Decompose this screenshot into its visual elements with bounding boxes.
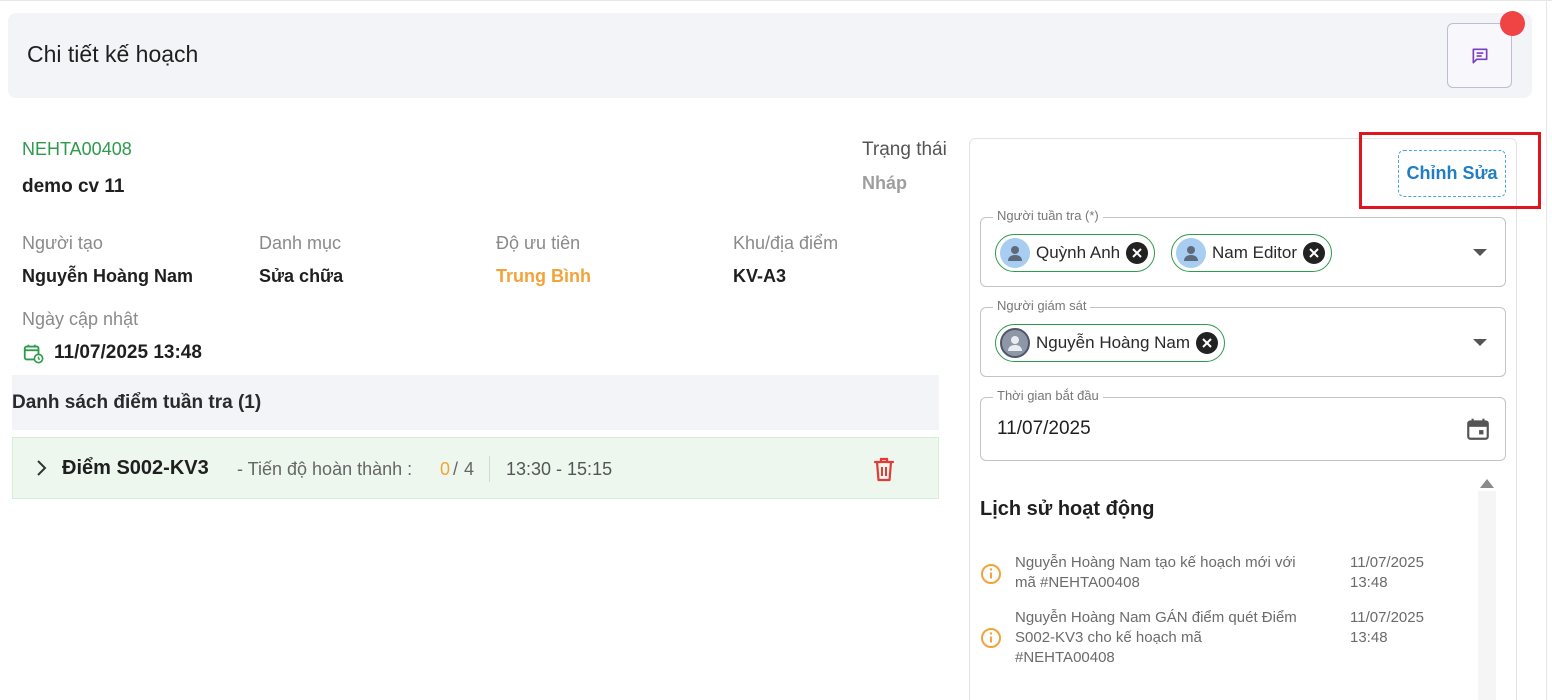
priority-label: Độ ưu tiên [496,233,581,253]
patroller-chip[interactable]: Quỳnh Anh [995,234,1156,272]
updated-value: 11/07/2025 13:48 [54,342,202,363]
info-icon [981,628,1001,648]
info-icon [981,564,1001,584]
remove-chip-icon[interactable] [1196,332,1219,354]
dropdown-caret-icon[interactable] [1473,339,1487,346]
user-avatar-icon [1176,238,1206,268]
patroller-chip[interactable]: Nam Editor [1171,234,1333,272]
category-value: Sửa chữa [259,266,344,286]
updated-row: 11/07/2025 13:48 [22,342,202,364]
remove-chip-icon[interactable] [1303,242,1326,264]
location-value: KV-A3 [733,266,787,286]
start-date-label: Thời gian bắt đầu [993,388,1103,403]
patrol-points-header: Danh sách điểm tuần tra (1) [12,375,939,430]
history-timestamp: 11/07/2025 13:48 [1350,609,1424,646]
patrol-points-title: Danh sách điểm tuần tra (1) [12,392,262,413]
calendar-icon[interactable] [1465,416,1491,442]
page-header: Chi tiết kế hoạch [8,13,1532,98]
updated-label: Ngày cập nhật [22,309,139,329]
history-text: Nguyễn Hoàng Nam tạo kế hoạch mới với mã… [1015,554,1296,591]
calendar-clock-icon [23,344,44,364]
chat-button[interactable] [1447,23,1512,88]
creator-label: Người tạo [22,233,103,253]
priority-value: Trung Bình [496,266,591,286]
chat-icon [1472,48,1487,64]
progress-total: 4 [464,459,475,479]
plan-code: NEHTA00408 [22,139,132,159]
patrollers-select[interactable]: Người tuần tra (*) Quỳnh Anh Nam Editor [980,208,1506,287]
history-item: Nguyễn Hoàng Nam GÁN điểm quét Điểm S002… [980,608,1450,672]
status-label: Trạng thái [862,139,947,160]
supervisor-name: Nguyễn Hoàng Nam [1036,333,1191,352]
progress-done: 0 [440,459,451,479]
patrol-point-name: Điểm S002-KV3 [62,457,209,479]
patrol-point-row[interactable]: Điểm S002-KV3 - Tiến độ hoàn thành : 0 /… [12,437,939,499]
progress-label: - Tiến độ hoàn thành : [237,459,413,479]
category-label: Danh mục [259,233,342,253]
start-date-field[interactable]: Thời gian bắt đầu 11/07/2025 [980,388,1506,461]
location-label: Khu/địa điểm [733,233,839,253]
supervisor-chip[interactable]: Nguyễn Hoàng Nam [995,324,1226,362]
patroller-name: Nam Editor [1212,243,1298,262]
plan-name: demo cv 11 [22,176,125,197]
dropdown-caret-icon[interactable] [1473,249,1487,256]
page-title: Chi tiết kế hoạch [27,41,199,67]
patroller-name: Quỳnh Anh [1036,243,1121,262]
user-avatar-icon [1000,328,1030,358]
status-badge: Nháp [862,173,907,193]
notification-dot [1500,11,1525,36]
start-date-value: 11/07/2025 [997,418,1091,439]
time-range: 13:30 - 15:15 [506,459,613,479]
user-avatar-icon [1000,238,1030,268]
scrollbar-track[interactable] [1478,491,1496,700]
history-text: Nguyễn Hoàng Nam GÁN điểm quét Điểm S002… [1015,609,1297,666]
progress-separator: / [453,459,459,479]
history-item: Nguyễn Hoàng Nam tạo kế hoạch mới với mã… [980,553,1450,597]
delete-point-icon[interactable] [871,455,897,483]
edit-button[interactable]: Chỉnh Sửa [1398,150,1506,197]
top-border [0,0,1552,4]
creator-value: Nguyễn Hoàng Nam [22,266,194,286]
supervisor-label: Người giám sát [993,298,1091,313]
scroll-up-arrow[interactable] [1480,479,1494,488]
chevron-right-icon[interactable] [35,458,49,478]
supervisor-select[interactable]: Người giám sát Nguyễn Hoàng Nam [980,298,1506,377]
patrollers-label: Người tuần tra (*) [993,208,1103,223]
history-timestamp: 11/07/2025 13:48 [1350,554,1424,591]
history-title: Lịch sử hoạt động [980,498,1155,520]
right-border [1546,0,1547,700]
divider [489,456,490,482]
remove-chip-icon[interactable] [1126,242,1149,264]
